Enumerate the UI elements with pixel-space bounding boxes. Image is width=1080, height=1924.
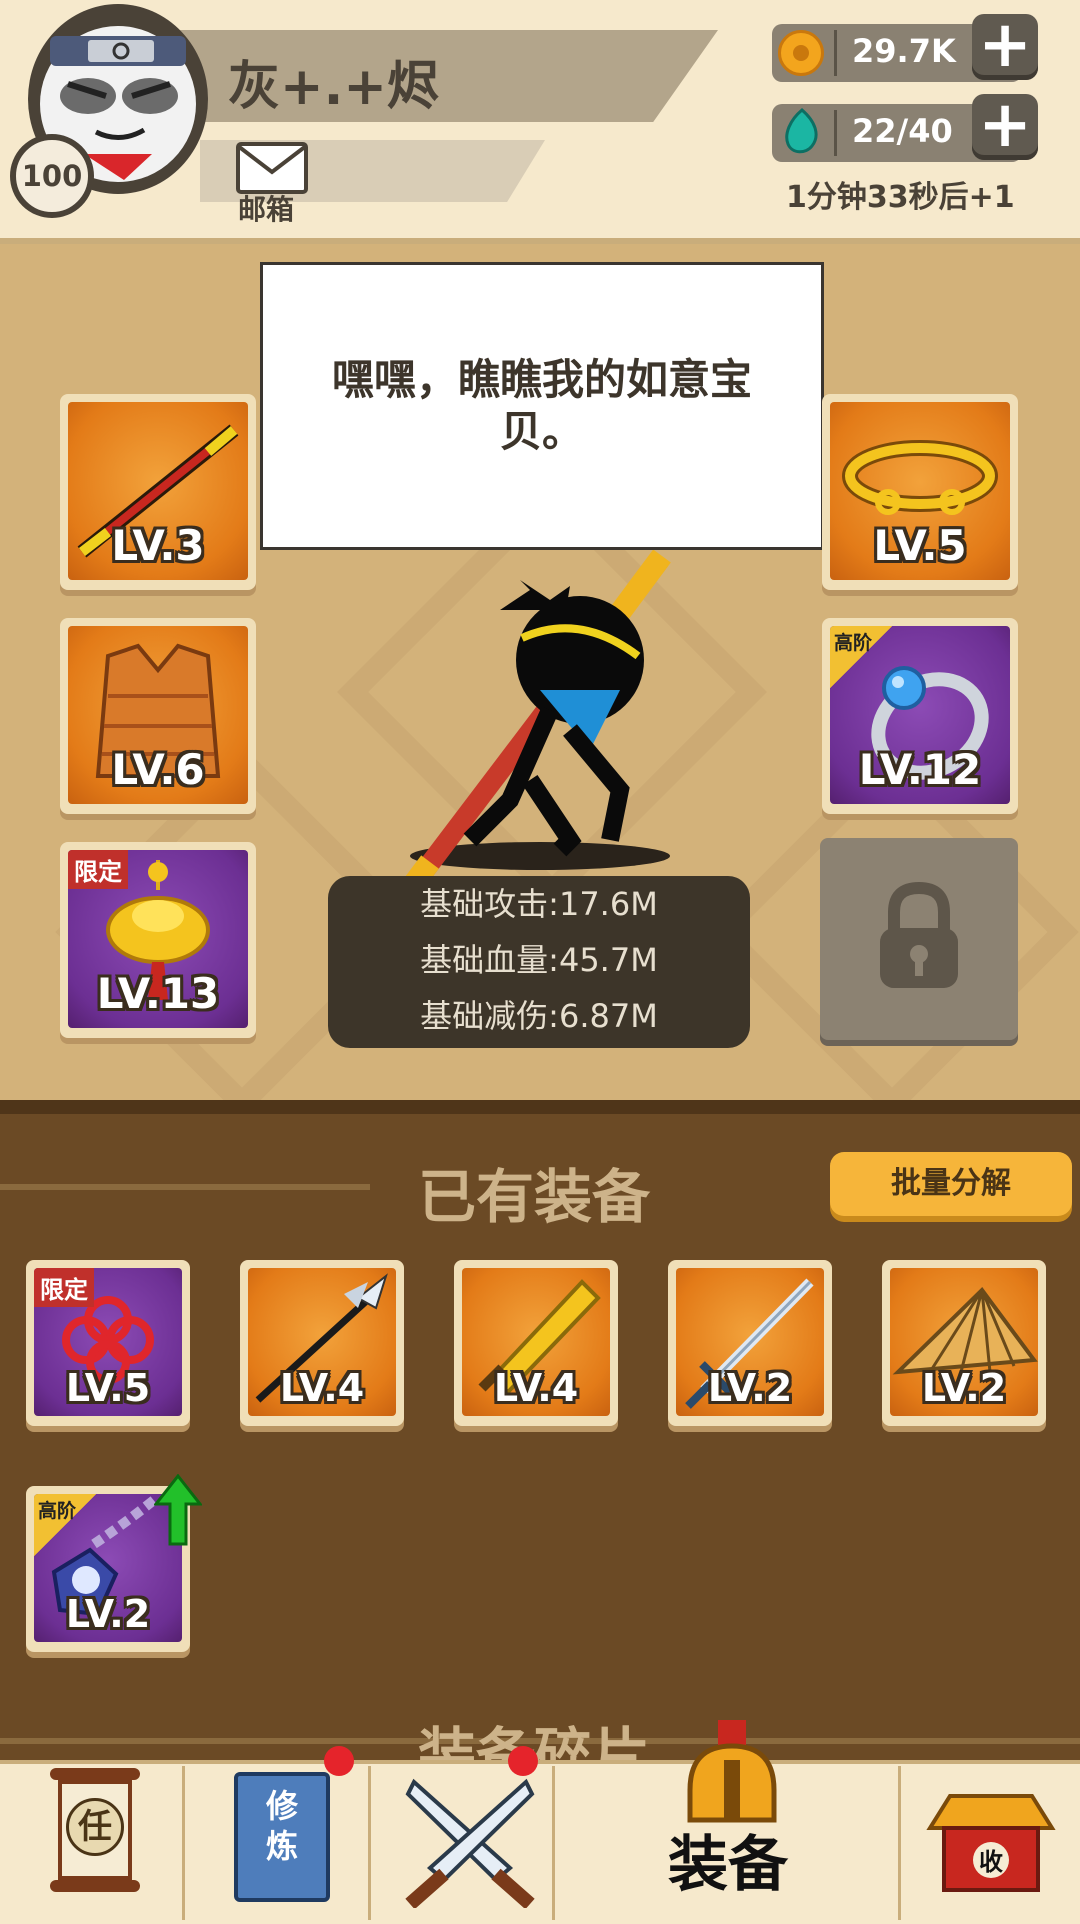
limited-tag: 限定 bbox=[34, 1268, 94, 1307]
inventory-item[interactable]: LV.4 bbox=[240, 1260, 404, 1426]
batch-decompose-button[interactable]: 批量分解 bbox=[830, 1152, 1072, 1216]
notification-dot bbox=[324, 1746, 354, 1776]
item-frame: LV.2 bbox=[890, 1268, 1038, 1416]
equip-slot-ring[interactable]: 高阶 LV.12 bbox=[822, 618, 1018, 814]
item-frame: LV.4 bbox=[462, 1268, 610, 1416]
stat-hp: 基础血量:45.7M bbox=[420, 941, 658, 979]
item-frame: LV.4 bbox=[248, 1268, 396, 1416]
stickman-character bbox=[370, 540, 700, 909]
nav-collect[interactable]: 收 bbox=[926, 1782, 1056, 1902]
item-level: LV.2 bbox=[707, 1366, 793, 1410]
item-frame: LV.3 bbox=[68, 402, 248, 580]
limited-tag: 限定 bbox=[68, 850, 128, 889]
item-frame: LV.5 bbox=[830, 402, 1010, 580]
equip-tab-label: 装备 bbox=[668, 1830, 788, 1900]
scroll-rod bbox=[50, 1880, 140, 1892]
train-book-label: 修炼 bbox=[265, 1787, 298, 1865]
nav-separator bbox=[182, 1766, 185, 1920]
upgrade-arrow-icon bbox=[152, 1473, 204, 1546]
item-level: LV.5 bbox=[65, 1366, 151, 1410]
stat-attack: 基础攻击:17.6M bbox=[420, 885, 658, 923]
item-level: LV.6 bbox=[111, 745, 205, 794]
add-energy-button[interactable]: + bbox=[972, 93, 1038, 160]
stat-defense: 基础减伤:6.87M bbox=[420, 997, 658, 1035]
energy-drop-icon bbox=[782, 108, 822, 156]
add-coins-button[interactable]: + bbox=[972, 13, 1038, 80]
inventory-item[interactable]: LV.4 bbox=[454, 1260, 618, 1426]
task-char: 任 bbox=[66, 1798, 124, 1856]
item-level: LV.2 bbox=[921, 1366, 1007, 1410]
locked-slot[interactable] bbox=[820, 838, 1018, 1040]
advanced-tag: 高阶 bbox=[830, 626, 892, 688]
item-frame: 限定 LV.13 bbox=[68, 850, 248, 1028]
bottom-nav bbox=[0, 1760, 1080, 1924]
speech-text: 嘿嘿，瞧瞧我的如意宝贝。 bbox=[331, 354, 752, 457]
player-level-badge: 100 bbox=[10, 134, 94, 218]
nav-equipment-active[interactable]: 装备 bbox=[556, 1720, 896, 1916]
equip-slot-charm[interactable]: 限定 LV.13 bbox=[60, 842, 256, 1038]
item-level: LV.3 bbox=[111, 521, 205, 570]
item-level: LV.4 bbox=[279, 1366, 365, 1410]
nav-separator bbox=[368, 1766, 371, 1920]
divider bbox=[834, 110, 837, 156]
item-level: LV.12 bbox=[858, 745, 982, 794]
energy-amount: 22/40 bbox=[852, 112, 953, 150]
item-frame: LV.6 bbox=[68, 626, 248, 804]
nav-tasks[interactable]: 任 bbox=[40, 1768, 150, 1908]
energy-timer: 1分钟33秒后+1 bbox=[786, 180, 1015, 215]
notification-dot bbox=[508, 1746, 538, 1776]
mail-label: 邮箱 bbox=[238, 193, 295, 226]
owned-equipment-title: 已有装备 bbox=[418, 1163, 651, 1231]
inventory-item[interactable]: 限定 LV.5 bbox=[26, 1260, 190, 1426]
collect-char: 收 bbox=[979, 1848, 1003, 1876]
inventory-item[interactable]: LV.2 bbox=[882, 1260, 1046, 1426]
speech-bubble: 嘿嘿，瞧瞧我的如意宝贝。 bbox=[260, 262, 824, 550]
item-level: LV.2 bbox=[65, 1592, 151, 1636]
inventory-item[interactable]: LV.2 bbox=[668, 1260, 832, 1426]
nav-separator bbox=[898, 1766, 901, 1920]
item-frame: LV.2 bbox=[676, 1268, 824, 1416]
title-divider bbox=[0, 1184, 370, 1190]
item-level: LV.5 bbox=[873, 521, 967, 570]
helmet-icon bbox=[687, 1720, 777, 1823]
equip-slot-weapon[interactable]: LV.3 bbox=[60, 394, 256, 590]
nav-training[interactable]: 修炼 bbox=[234, 1772, 330, 1902]
advanced-tag: 高阶 bbox=[34, 1494, 96, 1556]
item-level: LV.4 bbox=[493, 1366, 579, 1410]
base-stats-panel: 基础攻击:17.6M 基础血量:45.7M 基础减伤:6.87M bbox=[328, 876, 750, 1048]
nav-battle[interactable] bbox=[400, 1768, 540, 1910]
nav-separator bbox=[552, 1766, 555, 1920]
lock-icon bbox=[880, 882, 958, 988]
item-level: LV.13 bbox=[96, 969, 220, 1018]
divider bbox=[834, 30, 837, 76]
player-name: 灰+.+烬 bbox=[228, 57, 439, 117]
scroll-rod bbox=[50, 1768, 140, 1780]
coin-amount: 29.7K bbox=[852, 32, 956, 70]
item-frame: 高阶 LV.12 bbox=[830, 626, 1010, 804]
crossed-swords-icon bbox=[405, 1778, 535, 1910]
coin-icon bbox=[778, 30, 824, 76]
equip-slot-headband[interactable]: LV.5 bbox=[822, 394, 1018, 590]
item-frame: 限定 LV.5 bbox=[34, 1268, 182, 1416]
equip-slot-armor[interactable]: LV.6 bbox=[60, 618, 256, 814]
